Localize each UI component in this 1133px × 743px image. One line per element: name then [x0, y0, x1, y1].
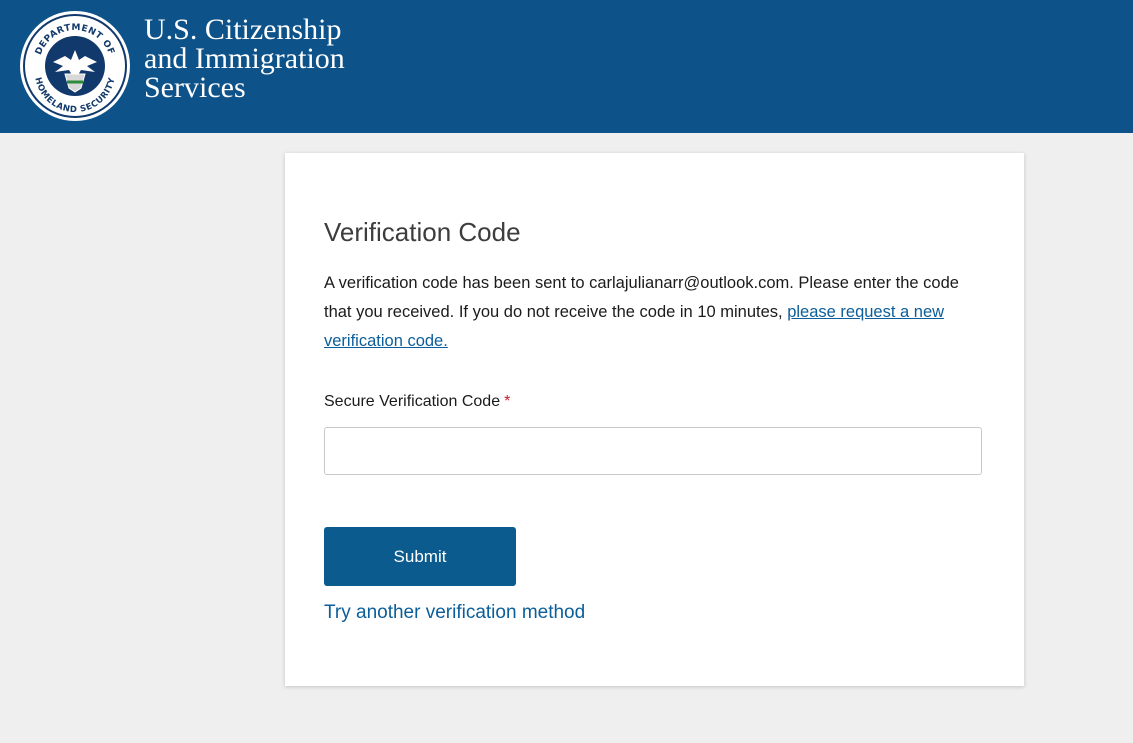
try-another-method-link[interactable]: Try another verification method — [324, 602, 585, 624]
agency-name-line3: Services — [144, 71, 246, 104]
agency-name: U.S. Citizenship and Immigration Service… — [144, 13, 345, 104]
verification-code-input[interactable] — [324, 427, 982, 475]
required-marker: * — [504, 393, 511, 410]
code-field-label-text: Secure Verification Code — [324, 393, 501, 410]
submit-button[interactable]: Submit — [324, 527, 516, 586]
code-field-label: Secure Verification Code * — [324, 393, 510, 411]
site-header: DEPARTMENT OF HOMELAND SECURITY U.S. Cit… — [0, 0, 1133, 133]
agency-name-line1: U.S. Citizenship — [144, 13, 342, 46]
dhs-seal-icon: DEPARTMENT OF HOMELAND SECURITY — [20, 11, 130, 121]
verification-instructions: A verification code has been sent to car… — [324, 269, 984, 356]
agency-name-line2: and Immigration — [144, 42, 345, 75]
verification-card: Verification Code A verification code ha… — [285, 153, 1024, 686]
page-title: Verification Code — [324, 217, 521, 247]
